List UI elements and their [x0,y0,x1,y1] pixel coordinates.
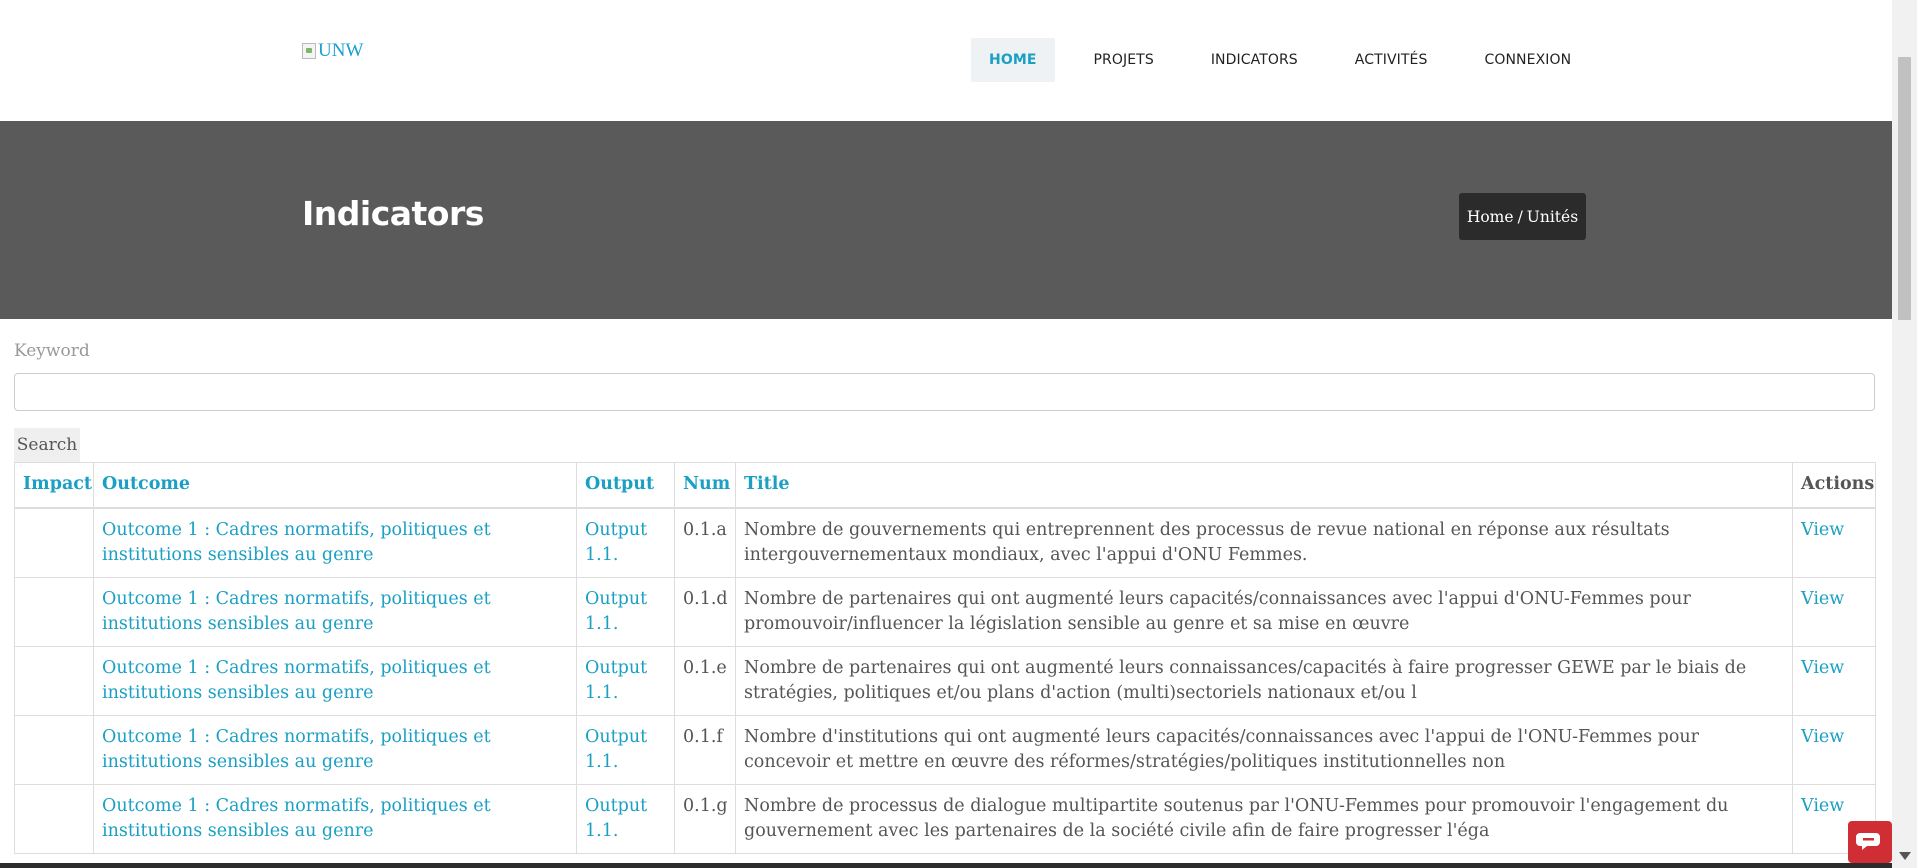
breadcrumb: Home / Unités [1459,193,1586,240]
scroll-down-arrow-icon[interactable] [1899,852,1911,860]
breadcrumb-home-link[interactable]: Home [1467,208,1514,226]
scrollbar-thumb[interactable] [1898,57,1911,320]
column-header-title[interactable]: Title [735,462,1793,509]
indicators-table: Impact Outcome Output Num Title Actions … [14,462,1876,854]
column-header-num[interactable]: Num [674,462,736,509]
cell-output-link[interactable]: Output 1.1. [576,715,675,785]
cell-title: Nombre de partenaires qui ont augmenté l… [735,577,1793,647]
cell-outcome-link[interactable]: Outcome 1 : Cadres normatifs, politiques… [93,715,577,785]
page-banner: Indicators Home / Unités [0,121,1892,319]
cell-impact [14,784,94,854]
view-link[interactable]: View [1792,646,1876,716]
cell-impact [14,507,94,578]
logo-alt-text: UNW [318,40,364,61]
table-row: Outcome 1 : Cadres normatifs, politiques… [14,715,1876,785]
breadcrumb-separator: / [1517,207,1523,226]
site-logo[interactable]: UNW [302,40,363,62]
chat-widget-button[interactable] [1848,821,1892,863]
cell-title: Nombre de processus de dialogue multipar… [735,784,1793,854]
table-row: Outcome 1 : Cadres normatifs, politiques… [14,784,1876,854]
nav-indicators[interactable]: INDICATORS [1193,38,1316,82]
broken-image-icon [302,43,316,59]
cell-outcome-link[interactable]: Outcome 1 : Cadres normatifs, politiques… [93,646,577,716]
table-row: Outcome 1 : Cadres normatifs, politiques… [14,646,1876,716]
column-header-outcome[interactable]: Outcome [93,462,577,509]
cell-outcome-link[interactable]: Outcome 1 : Cadres normatifs, politiques… [93,507,577,578]
chat-bubble-icon [1856,833,1880,850]
vertical-scrollbar[interactable] [1892,0,1917,868]
column-header-impact[interactable]: Impact [14,462,94,509]
bottom-taskbar-strip [0,863,1892,868]
main-nav: HOME PROJETS INDICATORS ACTIVITÉS CONNEX… [971,38,1610,82]
keyword-input[interactable] [14,373,1875,411]
cell-output-link[interactable]: Output 1.1. [576,646,675,716]
cell-impact [14,715,94,785]
cell-impact [14,577,94,647]
column-header-output[interactable]: Output [576,462,675,509]
nav-home[interactable]: HOME [971,38,1055,82]
cell-output-link[interactable]: Output 1.1. [576,577,675,647]
breadcrumb-current: Unités [1526,207,1579,226]
cell-num: 0.1.f [674,715,736,785]
cell-outcome-link[interactable]: Outcome 1 : Cadres normatifs, politiques… [93,784,577,854]
cell-output-link[interactable]: Output 1.1. [576,507,675,578]
nav-projets[interactable]: PROJETS [1076,38,1172,82]
view-link[interactable]: View [1792,715,1876,785]
column-header-actions: Actions [1792,462,1876,509]
cell-num: 0.1.g [674,784,736,854]
view-link[interactable]: View [1792,577,1876,647]
cell-output-link[interactable]: Output 1.1. [576,784,675,854]
search-button[interactable]: Search [14,428,80,462]
table-row: Outcome 1 : Cadres normatifs, politiques… [14,507,1876,578]
cell-title: Nombre de gouvernements qui entreprennen… [735,507,1793,578]
table-header-row: Impact Outcome Output Num Title Actions [14,462,1876,509]
cell-impact [14,646,94,716]
table-row: Outcome 1 : Cadres normatifs, politiques… [14,577,1876,647]
cell-title: Nombre d'institutions qui ont augmenté l… [735,715,1793,785]
cell-num: 0.1.e [674,646,736,716]
site-header: UNW HOME PROJETS INDICATORS ACTIVITÉS CO… [0,0,1892,121]
page-title: Indicators [302,194,484,233]
nav-connexion[interactable]: CONNEXION [1466,38,1589,82]
view-link[interactable]: View [1792,507,1876,578]
cell-num: 0.1.a [674,507,736,578]
cell-title: Nombre de partenaires qui ont augmenté l… [735,646,1793,716]
cell-outcome-link[interactable]: Outcome 1 : Cadres normatifs, politiques… [93,577,577,647]
cell-num: 0.1.d [674,577,736,647]
keyword-label: Keyword [14,341,90,361]
nav-activites[interactable]: ACTIVITÉS [1337,38,1446,82]
